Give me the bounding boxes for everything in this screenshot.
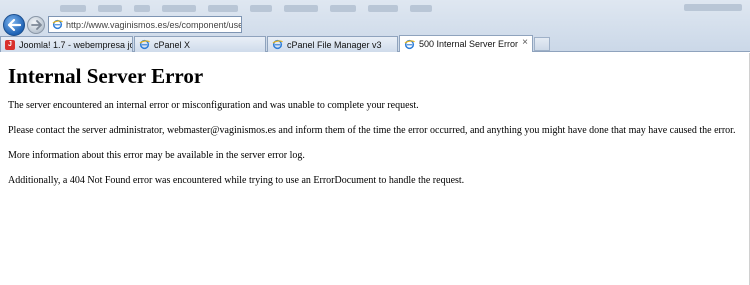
address-url: http://www.vaginismos.es/es/component/us… xyxy=(66,19,241,30)
tab-strip: J Joomla! 1.7 - webempresa joo... cPanel… xyxy=(0,35,750,52)
menu-item[interactable] xyxy=(330,5,356,12)
menu-item[interactable] xyxy=(250,5,272,12)
page-title: Internal Server Error xyxy=(8,64,204,88)
error-paragraph: Additionally, a 404 Not Found error was … xyxy=(8,175,465,186)
menu-item[interactable] xyxy=(134,5,150,12)
new-tab-button[interactable] xyxy=(534,37,550,51)
menu-item[interactable] xyxy=(368,5,398,12)
menu-item[interactable] xyxy=(162,5,196,12)
user-account[interactable] xyxy=(684,4,742,11)
ie-page-icon xyxy=(404,39,415,49)
error-paragraph: More information about this error may be… xyxy=(8,150,305,161)
menu-item[interactable] xyxy=(208,5,238,12)
error-paragraph: Please contact the server administrator,… xyxy=(8,125,736,136)
tab-label: 500 Internal Server Error xyxy=(419,39,519,49)
tab-internal-server-error[interactable]: 500 Internal Server Error × xyxy=(399,35,533,52)
menu-item[interactable] xyxy=(410,5,432,12)
tab-label: cPanel File Manager v3 xyxy=(287,39,382,50)
arrow-right-icon xyxy=(30,20,42,30)
tab-label: Joomla! 1.7 - webempresa joo... xyxy=(19,39,132,50)
tab-cpanel-file-manager[interactable]: cPanel File Manager v3 xyxy=(267,36,398,52)
close-icon[interactable]: × xyxy=(522,37,528,48)
error-page: Internal Server Error The server encount… xyxy=(8,64,743,200)
browser-chrome: http://www.vaginismos.es/es/component/us… xyxy=(0,0,750,52)
menu-item[interactable] xyxy=(284,5,318,12)
tab-joomla[interactable]: J Joomla! 1.7 - webempresa joo... xyxy=(0,36,133,52)
address-bar[interactable]: http://www.vaginismos.es/es/component/us… xyxy=(48,16,242,33)
ie-page-icon xyxy=(52,19,63,30)
ie-page-icon xyxy=(272,39,283,50)
joomla-icon: J xyxy=(5,39,15,50)
error-paragraph: The server encountered an internal error… xyxy=(8,100,419,111)
menu-item[interactable] xyxy=(60,5,86,12)
menu-bar xyxy=(60,2,432,14)
tab-label: cPanel X xyxy=(154,39,191,50)
tab-cpanel-x[interactable]: cPanel X xyxy=(134,36,266,52)
forward-button[interactable] xyxy=(27,16,45,34)
ie-page-icon xyxy=(139,39,150,50)
arrow-left-icon xyxy=(7,19,21,31)
menu-item[interactable] xyxy=(98,5,122,12)
back-button[interactable] xyxy=(3,14,25,36)
